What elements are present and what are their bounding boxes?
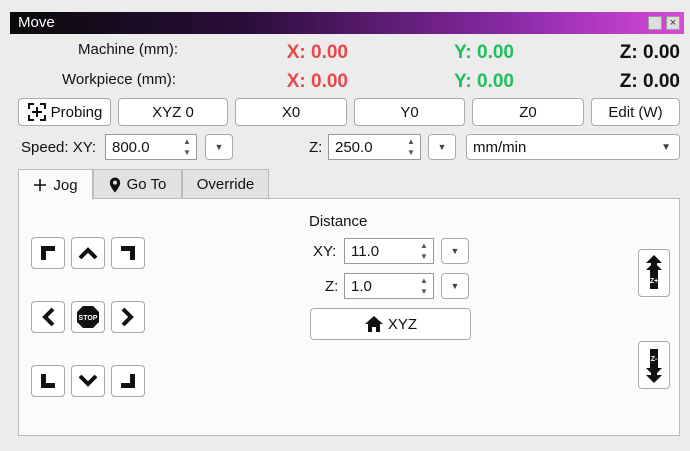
probing-button[interactable]: Probing: [18, 98, 111, 126]
chevron-left-icon: [42, 307, 55, 327]
distance-xy-input[interactable]: 11.0 ▲ ▼: [344, 238, 434, 264]
distance-z-input[interactable]: 1.0 ▲ ▼: [344, 273, 434, 299]
workpiece-label: Workpiece (mm):: [62, 71, 176, 88]
distance-xy-stepper[interactable]: ▲ ▼: [417, 241, 431, 261]
machine-x-value: X: 0.00: [286, 42, 348, 63]
tab-override-label: Override: [196, 176, 255, 193]
distance-z-value: 1.0: [351, 277, 372, 295]
chevron-down-icon: ▼: [661, 142, 671, 153]
z-zero-button[interactable]: Z0: [472, 98, 584, 126]
jog-z-minus-button[interactable]: Z-: [638, 341, 670, 389]
jog-up-button[interactable]: [71, 237, 105, 269]
jog-down-button[interactable]: [71, 365, 105, 397]
edit-button[interactable]: Edit (W): [591, 98, 680, 126]
jog-right-button[interactable]: [111, 301, 145, 333]
jog-down-right-button[interactable]: [111, 365, 145, 397]
x-zero-button[interactable]: X0: [235, 98, 347, 126]
speed-z-input[interactable]: 250.0 ▲ ▼: [328, 134, 421, 160]
tab-goto-label: Go To: [126, 176, 167, 193]
tab-override[interactable]: Override: [182, 169, 269, 199]
speed-unit-select[interactable]: mm/min ▼: [466, 134, 680, 160]
speed-unit-value: mm/min: [473, 138, 527, 156]
corner-up-left-icon: [41, 246, 55, 260]
jog-left-button[interactable]: [31, 301, 65, 333]
jog-z-plus-button[interactable]: Z+: [638, 249, 670, 297]
stop-sign-icon: STOP: [77, 306, 99, 328]
machine-y-value: Y: 0.00: [454, 42, 514, 63]
z-plus-arrow-icon: Z+: [646, 255, 662, 289]
y-zero-button[interactable]: Y0: [354, 98, 465, 126]
jog-down-left-button[interactable]: [31, 365, 65, 397]
z-plus-text: Z+: [650, 278, 658, 285]
chevron-up-icon: [78, 247, 98, 260]
chevron-down-icon: ▼: [450, 281, 460, 291]
chevron-down-icon: ▼: [450, 246, 460, 256]
home-xyz-button[interactable]: XYZ: [310, 308, 471, 340]
machine-label: Machine (mm):: [78, 41, 179, 58]
speed-z-stepper[interactable]: ▲ ▼: [404, 137, 418, 157]
speed-z-value: 250.0: [335, 138, 373, 156]
tab-goto[interactable]: Go To: [93, 169, 182, 199]
speed-xy-stepper[interactable]: ▲ ▼: [180, 137, 194, 157]
workpiece-x-value: X: 0.00: [286, 71, 348, 92]
window-title: Move: [18, 14, 55, 31]
plus-icon: [34, 179, 47, 191]
tab-jog-label: Jog: [53, 176, 78, 194]
workpiece-z-value: Z: 0.00: [619, 71, 680, 92]
window-titlebar[interactable]: Move ×: [10, 12, 684, 34]
probing-label: Probing: [50, 103, 103, 121]
distance-xy-dropdown-button[interactable]: ▼: [441, 238, 469, 264]
z-minus-text: Z-: [651, 356, 658, 363]
z-minus-arrow-icon: Z-: [646, 349, 662, 383]
corner-down-left-icon: [41, 374, 55, 388]
speed-z-label: Z:: [309, 139, 323, 156]
speed-xy-input[interactable]: 800.0 ▲ ▼: [105, 134, 197, 160]
distance-label: Distance: [309, 213, 368, 230]
chevron-right-icon: [121, 307, 134, 327]
float-window-button[interactable]: [648, 16, 662, 30]
jog-panel: STOP Distance XY: 11.0 ▲ ▼ ▼ Z: 1.0 ▲ ▼ ▼ …: [18, 198, 680, 436]
distance-z-stepper[interactable]: ▲ ▼: [417, 276, 431, 296]
speed-xy-value: 800.0: [112, 138, 150, 156]
chevron-down-icon: ▼: [214, 142, 224, 152]
speed-xy-dropdown-button[interactable]: ▼: [205, 134, 233, 160]
speed-z-dropdown-button[interactable]: ▼: [428, 134, 456, 160]
close-window-button[interactable]: ×: [666, 16, 680, 30]
speed-xy-label: Speed: XY:: [21, 139, 97, 156]
stop-text: STOP: [79, 315, 98, 322]
home-xyz-label: XYZ: [387, 315, 418, 333]
probe-target-icon: [27, 103, 46, 121]
distance-z-dropdown-button[interactable]: ▼: [441, 273, 469, 299]
workpiece-y-value: Y: 0.00: [454, 71, 514, 92]
home-icon: [364, 316, 383, 332]
jog-up-right-button[interactable]: [111, 237, 145, 269]
jog-stop-button[interactable]: STOP: [71, 301, 105, 333]
jog-up-left-button[interactable]: [31, 237, 65, 269]
distance-z-label: Z:: [325, 278, 339, 295]
map-pin-icon: [109, 177, 120, 192]
xyz-zero-button[interactable]: XYZ 0: [118, 98, 228, 126]
distance-xy-label: XY:: [313, 243, 337, 260]
chevron-down-icon: ▼: [437, 142, 447, 152]
corner-up-right-icon: [121, 246, 135, 260]
chevron-down-icon: [78, 374, 98, 387]
corner-down-right-icon: [121, 374, 135, 388]
tab-jog[interactable]: Jog: [18, 169, 93, 200]
machine-z-value: Z: 0.00: [619, 42, 680, 63]
distance-xy-value: 11.0: [351, 242, 380, 260]
